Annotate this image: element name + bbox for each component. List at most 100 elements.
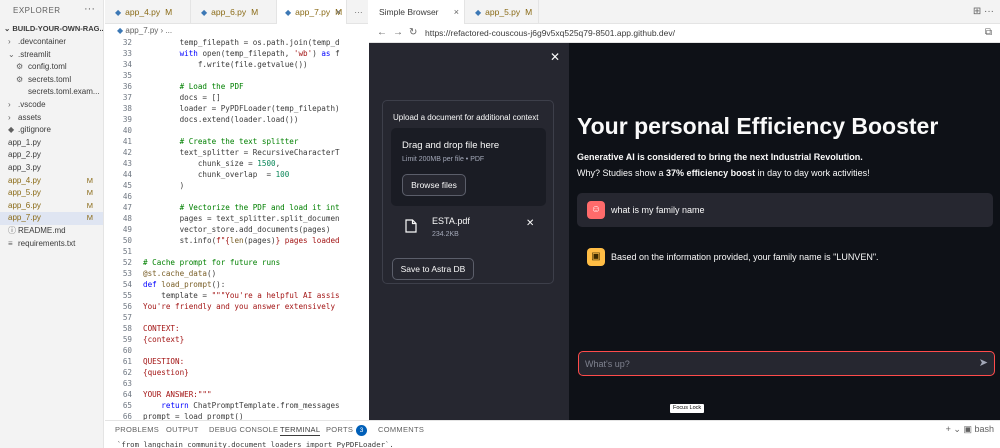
line-number: 59 [122,335,132,344]
line-number: 62 [122,368,132,377]
browser-tab-bar: Simple Browser × ◆ app_5.py M ⊞ ··· [369,0,1000,24]
tab-app-6[interactable]: ◆ app_6.py M [191,0,277,24]
file-tree-item[interactable]: ⌄ .streamlit [0,49,103,62]
intro-line-2-highlight: 37% efficiency boost [666,168,756,178]
code-text: YOUR ANSWER:""" [143,390,212,399]
file-tree-item[interactable]: app_3.py [0,162,103,175]
code-text: QUESTION: [143,357,185,366]
file-tree-item[interactable]: app_7.py M [0,212,103,225]
code-line: 41 # Create the text splitter [105,136,368,147]
file-type-icon: ⚙ [16,74,24,84]
file-tree-item[interactable]: app_1.py [0,137,103,150]
line-number: 45 [122,181,132,190]
code-line: 57 [105,312,368,323]
code-line: 66 prompt = load_prompt() [105,411,368,420]
file-tree-item[interactable]: › .devcontainer [0,36,103,49]
tab-terminal[interactable]: TERMINAL [280,425,321,436]
close-icon[interactable]: × [336,0,341,24]
file-tree-label: secrets.toml [28,74,72,84]
reload-icon[interactable]: ↻ [409,27,417,39]
chevron-down-icon: ⌄ [8,49,15,59]
tab-output[interactable]: OUTPUT [166,425,199,435]
code-text: docs.extend(loader.load()) [143,115,299,124]
chat-message-assistant: ▣ Based on the information provided, you… [577,240,993,274]
open-external-icon[interactable]: ⧉ [985,27,992,39]
chat-message-text: Based on the information provided, your … [611,252,879,262]
dropzone-limit: Limit 200MB per file • PDF [402,156,485,163]
tab-problems[interactable]: PROBLEMS [115,425,159,435]
file-tree-label: app_4.py [8,175,41,185]
tab-app-4[interactable]: ◆ app_4.py M [105,0,191,24]
code-editor[interactable]: 32 temp_filepath = os.path.join(temp_d 33… [105,37,368,420]
code-text: chunk_size = 1500, [143,159,281,168]
tab-comments[interactable]: COMMENTS [378,425,424,435]
tab-debug-console[interactable]: DEBUG CONSOLE [209,425,278,435]
code-line: 44 chunk_overlap = 100 [105,169,368,180]
file-icon [405,219,417,233]
tabs-more-icon[interactable]: ··· [349,0,368,24]
explorer-root-folder[interactable]: ⌄ BUILD-YOUR-OWN-RAG... [0,22,103,36]
code-text: docs = [] [143,93,221,102]
code-text: pages = text_splitter.split_documen [143,214,340,223]
tab-label: app_7.py [295,7,331,17]
file-tree-item[interactable]: ≡ requirements.txt [0,238,103,251]
browse-files-button[interactable]: Browse files [402,174,466,196]
code-line: 62 {question} [105,367,368,378]
code-line: 55 template = """You're a helpful AI ass… [105,290,368,301]
code-text: temp_filepath = os.path.join(temp_d [143,38,340,47]
file-tree-item[interactable]: ⚙ config.toml [0,61,103,74]
line-number: 44 [122,170,132,179]
file-tree-item[interactable]: app_4.py M [0,175,103,188]
code-line: 56 You're friendly and you answer extensi… [105,301,368,312]
file-tree-label: app_7.py [8,213,41,223]
code-text: with open(temp_filepath, 'wb') as f [179,49,340,58]
back-icon[interactable]: ← [377,27,387,39]
tab-ports[interactable]: PORTS 3 [326,425,368,436]
vscode-window: EXPLORER ··· ⌄ BUILD-YOUR-OWN-RAG... › .d… [0,0,1000,448]
tab-label: app_5.py [485,7,521,17]
close-sidebar-icon[interactable]: ✕ [550,51,560,63]
tab-simple-browser[interactable]: Simple Browser × [369,0,465,24]
file-tree-item[interactable]: › .vscode [0,99,103,112]
file-tree-item[interactable]: app_2.py [0,149,103,162]
tab-app-7[interactable]: ◆ app_7.py M × [277,0,347,24]
code-text: {context} [143,335,185,344]
modified-badge: M [525,7,533,17]
remove-file-icon[interactable]: ✕ [526,218,534,230]
file-tree-label: .gitignore [18,125,51,135]
bottom-panel: PROBLEMS OUTPUT DEBUG CONSOLE TERMINAL P… [105,420,1000,448]
file-tree-item[interactable]: › assets [0,112,103,125]
forward-icon[interactable]: → [393,27,403,39]
file-tree-item[interactable]: ◆ .gitignore [0,124,103,137]
file-tree-item[interactable]: app_5.py M [0,187,103,200]
chat-input[interactable] [585,357,955,370]
file-type-icon: ⚙ [16,62,24,72]
file-tree-label: .devcontainer [18,37,67,46]
close-icon[interactable]: × [454,0,459,24]
code-line: 52 # Cache prompt for future runs [105,257,368,268]
terminal-actions[interactable]: + ⌄ ▣ bash [946,423,994,435]
code-text: {question} [143,368,189,377]
line-number: 52 [122,258,132,267]
send-icon[interactable]: ➤ [979,357,988,369]
code-text: @st.cache_data() [143,269,217,278]
file-tree-item[interactable]: secrets.toml.exam... [0,86,103,99]
uploaded-file-name: ESTA.pdf [432,216,470,226]
explorer-more-icon[interactable]: ··· [84,4,95,15]
code-text: # Vectorize the PDF and load it int [179,203,340,212]
code-line: 59 {context} [105,334,368,345]
file-tree-item[interactable]: ⓘ README.md [0,225,103,238]
file-tree-item[interactable]: app_6.py M [0,200,103,213]
file-tree-item[interactable]: ⚙ secrets.toml [0,74,103,87]
breadcrumb-file[interactable]: app_7.py [125,26,158,35]
split-editor-icon[interactable]: ⊞ ··· [973,6,994,18]
code-text: text_splitter = RecursiveCharacterT [143,148,340,157]
file-tree-label: assets [18,112,42,122]
breadcrumb-symbol[interactable]: ... [165,26,172,35]
url-input[interactable]: https://refactored-couscous-j6g9v5xq525q… [425,27,675,39]
file-dropzone[interactable]: Drag and drop file here Limit 200MB per … [391,128,546,206]
code-text: # Load the PDF [179,82,244,91]
line-number: 60 [122,346,132,355]
tab-app-5[interactable]: ◆ app_5.py M [465,0,539,24]
save-to-astra-button[interactable]: Save to Astra DB [392,258,474,280]
